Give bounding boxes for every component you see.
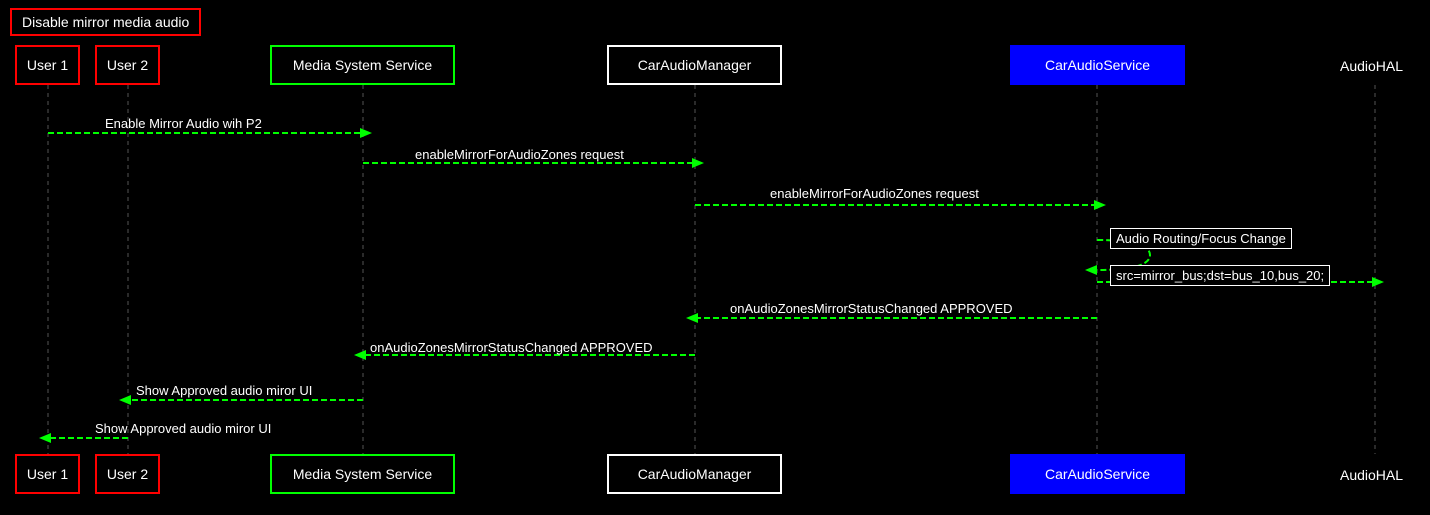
- actor-user1-top: User 1: [15, 45, 80, 85]
- msg1-label: Enable Mirror Audio wih P2: [105, 116, 262, 131]
- actor-cas-bot: CarAudioService: [1010, 454, 1185, 494]
- diagram: Disable mirror media audio User 1 User 2…: [0, 0, 1430, 515]
- msg7-label: onAudioZonesMirrorStatusChanged APPROVED: [370, 340, 653, 355]
- msg2-label: enableMirrorForAudioZones request: [415, 147, 624, 162]
- actor-cam-bot: CarAudioManager: [607, 454, 782, 494]
- title-label: Disable mirror media audio: [22, 14, 189, 30]
- actor-user2-top-label: User 2: [107, 57, 148, 73]
- actor-user1-bot: User 1: [15, 454, 80, 494]
- msg5-label: src=mirror_bus;dst=bus_10,bus_20;: [1110, 265, 1330, 286]
- actor-user1-top-label: User 1: [27, 57, 68, 73]
- msg4-label: Audio Routing/Focus Change: [1110, 228, 1292, 249]
- actor-cas-bot-label: CarAudioService: [1045, 466, 1150, 482]
- actor-mss-top: Media System Service: [270, 45, 455, 85]
- actor-mss-top-label: Media System Service: [293, 57, 432, 73]
- actor-cam-bot-label: CarAudioManager: [638, 466, 752, 482]
- actor-cas-top-label: CarAudioService: [1045, 57, 1150, 73]
- actor-user1-bot-label: User 1: [27, 466, 68, 482]
- msg3-label: enableMirrorForAudioZones request: [770, 186, 979, 201]
- actor-mss-bot: Media System Service: [270, 454, 455, 494]
- actor-cam-top: CarAudioManager: [607, 45, 782, 85]
- actor-user2-bot: User 2: [95, 454, 160, 494]
- msg6-label: onAudioZonesMirrorStatusChanged APPROVED: [730, 301, 1013, 316]
- title-box: Disable mirror media audio: [10, 8, 201, 36]
- actor-user2-bot-label: User 2: [107, 466, 148, 482]
- actor-hal-bot-label: AudioHAL: [1340, 467, 1403, 483]
- actor-cam-top-label: CarAudioManager: [638, 57, 752, 73]
- msg8-label: Show Approved audio miror UI: [136, 383, 312, 398]
- actor-cas-top: CarAudioService: [1010, 45, 1185, 85]
- msg9-label: Show Approved audio miror UI: [95, 421, 271, 436]
- actor-mss-bot-label: Media System Service: [293, 466, 432, 482]
- actor-hal-top-label: AudioHAL: [1340, 58, 1403, 74]
- actor-user2-top: User 2: [95, 45, 160, 85]
